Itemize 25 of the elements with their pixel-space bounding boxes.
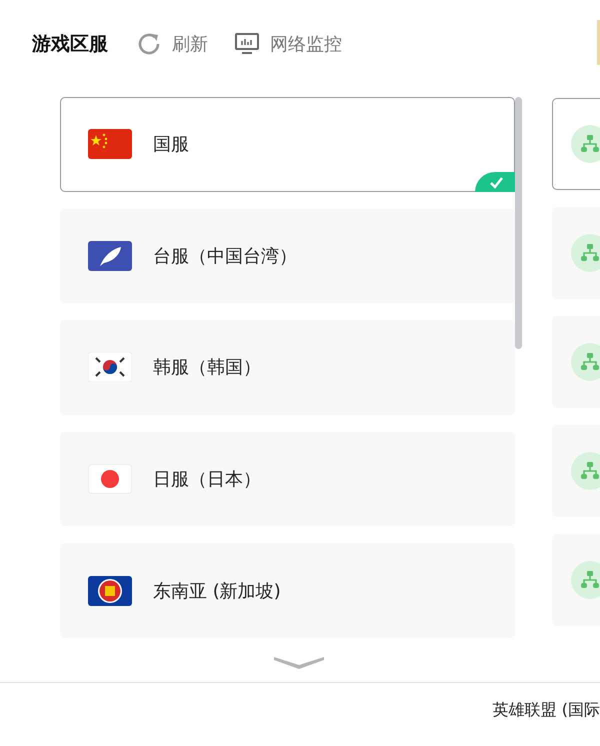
region-option[interactable]: 台服（中国台湾） — [60, 208, 515, 304]
check-badge-icon — [475, 172, 515, 192]
flag-icon — [88, 464, 132, 494]
flag-icon — [88, 129, 132, 160]
feather-icon — [88, 240, 132, 271]
chevron-down-icon[interactable] — [274, 655, 324, 669]
network-icon — [571, 561, 600, 599]
region-option[interactable]: 东南亚 (新加坡) — [60, 543, 515, 638]
region-option[interactable]: 韩服（韩国） — [60, 320, 515, 415]
refresh-button[interactable]: 刷新 — [136, 31, 208, 57]
section-title: 游戏区服 — [32, 32, 108, 57]
flag-icon — [88, 352, 132, 382]
network-icon — [571, 125, 600, 163]
flag-icon — [88, 576, 132, 606]
region-option[interactable]: 日服（日本） — [60, 432, 515, 526]
refresh-icon — [136, 31, 162, 57]
network-icon — [571, 234, 600, 272]
panel-edge — [597, 20, 600, 65]
network-icon — [571, 343, 600, 381]
network-icon — [571, 452, 600, 490]
game-name: 英雄联盟 (国际 — [492, 700, 600, 721]
region-option[interactable]: 国服 — [60, 97, 515, 192]
monitor-button[interactable]: 网络监控 — [234, 32, 342, 56]
monitor-icon — [234, 32, 260, 56]
scrollbar-thumb[interactable] — [515, 97, 522, 349]
